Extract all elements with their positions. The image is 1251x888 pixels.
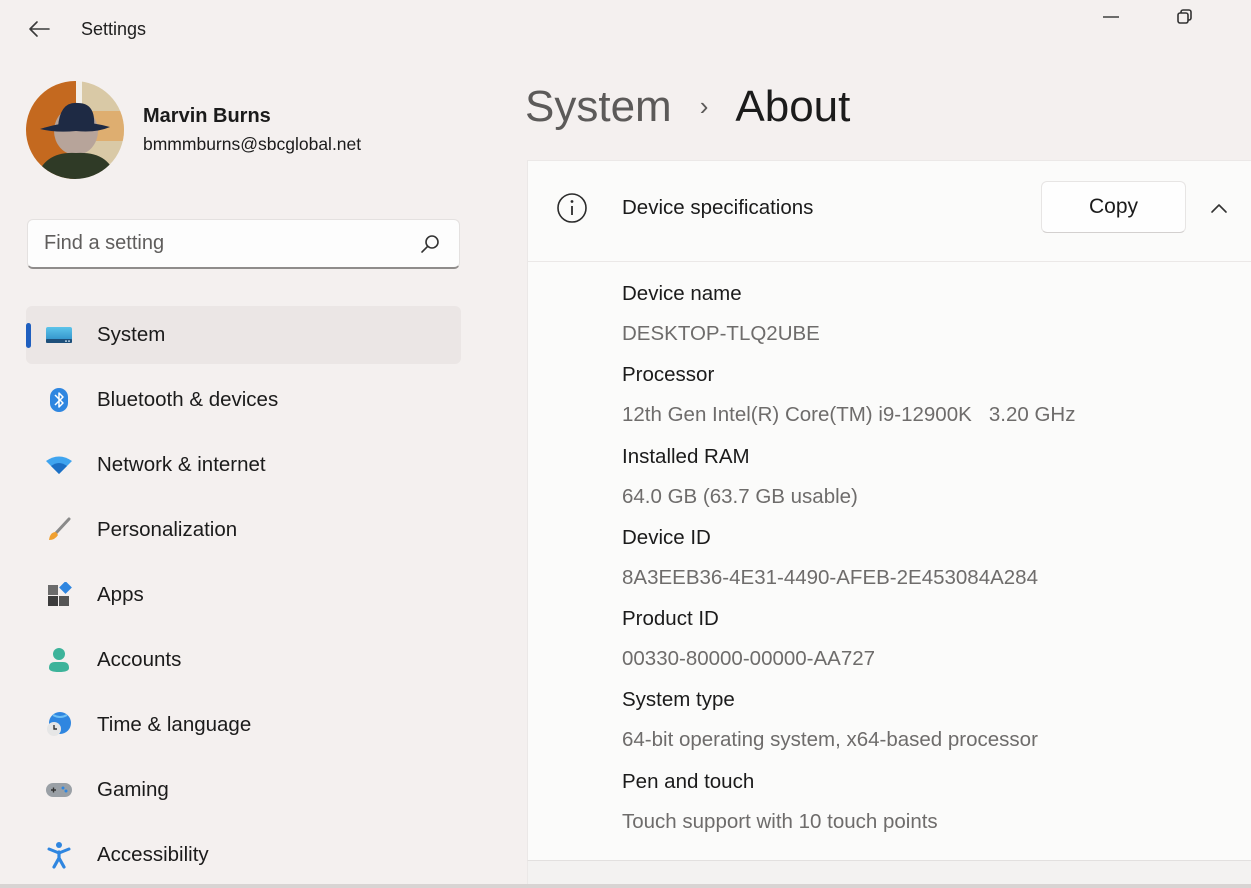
spec-value: Touch support with 10 touch points — [622, 809, 938, 833]
paintbrush-icon — [44, 515, 74, 545]
spec-processor: Processor 12th Gen Intel(R) Core(TM) i9-… — [622, 358, 1075, 439]
next-card-edge — [527, 860, 1251, 884]
chevron-up-icon — [1211, 204, 1227, 213]
bluetooth-icon — [44, 385, 74, 415]
sidebar-item-label: Apps — [97, 583, 144, 606]
sidebar-nav: System Bluetooth & devices Network & int… — [26, 306, 461, 888]
collapse-button[interactable] — [1204, 193, 1234, 223]
app-title: Settings — [81, 19, 147, 39]
profile-email: bmmmburns@sbcglobal.net — [143, 134, 362, 154]
spec-list: Device name DESKTOP-TLQ2UBE Processor 12… — [622, 277, 1075, 846]
sidebar-item-system[interactable]: System — [26, 306, 461, 364]
profile-name: Marvin Burns — [143, 105, 271, 127]
restore-button[interactable] — [1160, 0, 1210, 34]
spec-label: Pen and touch — [622, 769, 755, 793]
sidebar-item-label: Time & language — [97, 713, 252, 736]
copy-button[interactable]: Copy — [1041, 181, 1186, 233]
sidebar-item-label: Accessibility — [97, 843, 209, 866]
sidebar-item-label: System — [97, 323, 166, 346]
spec-device-name: Device name DESKTOP-TLQ2UBE — [622, 277, 1075, 358]
device-specifications-card: Device specifications Copy Device name D… — [527, 160, 1251, 860]
sidebar-item-label: Bluetooth & devices — [97, 388, 279, 411]
sidebar-item-label: Accounts — [97, 648, 182, 671]
window-bottom-edge — [0, 884, 1251, 888]
sidebar-item-apps[interactable]: Apps — [26, 566, 461, 624]
sidebar-item-accessibility[interactable]: Accessibility — [26, 826, 461, 884]
spec-value: 00330-80000-00000-AA727 — [622, 647, 876, 671]
spec-value: DESKTOP-TLQ2UBE — [622, 322, 820, 345]
sidebar-item-personalization[interactable]: Personalization — [26, 501, 461, 559]
spec-label: Device ID — [622, 525, 711, 549]
globe-clock-icon — [44, 710, 74, 740]
spec-pen-and-touch: Pen and touch Touch support with 10 touc… — [622, 765, 1075, 846]
accessibility-icon — [44, 840, 74, 870]
spec-product-id: Product ID 00330-80000-00000-AA727 — [622, 602, 1075, 683]
search-box — [27, 219, 460, 269]
device-specifications-header[interactable]: Device specifications Copy — [528, 161, 1251, 262]
profile-text: Marvin Burns bmmmburns@sbcglobal.net — [143, 105, 361, 155]
apps-icon — [44, 580, 74, 610]
spec-label: Installed RAM — [622, 444, 750, 468]
spec-value: 64-bit operating system, x64-based proce… — [622, 728, 1038, 752]
search-input[interactable] — [44, 232, 404, 255]
spec-label: Product ID — [622, 607, 719, 631]
spec-label: Processor — [622, 363, 715, 387]
sidebar-item-label: Personalization — [97, 518, 238, 541]
spec-label: System type — [622, 688, 735, 712]
title-bar: Settings — [0, 0, 1251, 58]
sidebar-item-accounts[interactable]: Accounts — [26, 631, 461, 689]
spec-value: 64.0 GB (63.7 GB usable) — [622, 484, 858, 508]
chevron-right-icon: › — [699, 91, 709, 121]
sidebar-item-label: Network & internet — [97, 453, 266, 476]
info-icon — [557, 193, 587, 223]
spec-device-id: Device ID 8A3EEB36-4E31-4490-AFEB-2E4530… — [622, 521, 1075, 602]
back-button[interactable] — [24, 14, 54, 44]
spec-label: Device name — [622, 282, 742, 305]
active-indicator — [26, 323, 31, 348]
spec-system-type: System type 64-bit operating system, x64… — [622, 683, 1075, 764]
page-title: About — [735, 82, 851, 131]
arrow-left-icon — [29, 21, 50, 37]
sidebar-item-network-internet[interactable]: Network & internet — [26, 436, 461, 494]
avatar — [26, 81, 124, 179]
card-title: Device specifications — [622, 196, 814, 219]
search-icon[interactable] — [419, 233, 441, 255]
user-profile[interactable]: Marvin Burns bmmmburns@sbcglobal.net — [26, 81, 361, 179]
restore-icon — [1177, 9, 1192, 24]
minimize-button[interactable] — [1086, 0, 1136, 34]
spec-installed-ram: Installed RAM 64.0 GB (63.7 GB usable) — [622, 440, 1075, 521]
sidebar-item-time-language[interactable]: Time & language — [26, 696, 461, 754]
breadcrumb: System › About — [525, 82, 850, 132]
spec-value: 8A3EEB36-4E31-4490-AFEB-2E453084A284 — [622, 565, 1038, 589]
breadcrumb-parent[interactable]: System — [525, 82, 672, 132]
system-display-icon — [44, 320, 74, 350]
spec-value: 12th Gen Intel(R) Core(TM) i9-12900K 3.2… — [622, 403, 1076, 427]
person-icon — [44, 645, 74, 675]
sidebar-item-gaming[interactable]: Gaming — [26, 761, 461, 819]
gamepad-icon — [44, 775, 74, 805]
sidebar-item-label: Gaming — [97, 778, 169, 801]
wifi-icon — [44, 450, 74, 480]
minimize-icon — [1103, 16, 1119, 18]
sidebar-item-bluetooth-devices[interactable]: Bluetooth & devices — [26, 371, 461, 429]
